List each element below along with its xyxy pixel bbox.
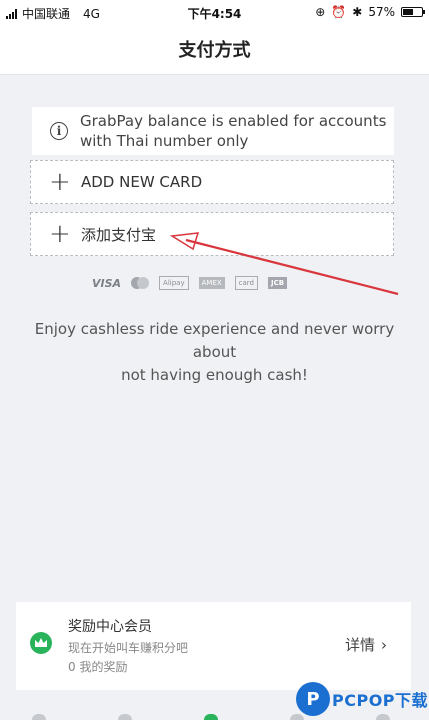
status-bar: 中国联通 4G 下午4:54 ⊕ ⏰ ✱ 57% bbox=[0, 0, 429, 24]
crown-icon bbox=[30, 632, 52, 654]
notice-text: GrabPay balance is enabled for accounts … bbox=[80, 111, 386, 151]
promo-line-1: Enjoy cashless ride experience and never… bbox=[34, 320, 395, 361]
visa-logo: VISA bbox=[92, 276, 122, 290]
alarm-icon: ⏰ bbox=[331, 5, 347, 19]
jcb-logo: JCB bbox=[268, 277, 288, 289]
battery-icon bbox=[401, 7, 425, 17]
status-right: ⊕ ⏰ ✱ 57% bbox=[315, 5, 425, 19]
add-new-card-label: ADD NEW CARD bbox=[81, 173, 203, 191]
battery-percent: 57% bbox=[368, 5, 395, 19]
rewards-points: 0 我的奖励 bbox=[68, 660, 128, 674]
tab-icon[interactable] bbox=[376, 714, 390, 720]
add-alipay-label: 添加支付宝 bbox=[81, 225, 157, 244]
promo-line-2: not having enough cash! bbox=[121, 366, 308, 384]
page-title: 支付方式 bbox=[178, 40, 251, 61]
plus-icon: + bbox=[49, 219, 71, 249]
amex-logo: AMEX bbox=[198, 277, 225, 289]
alipay-logo: Alipay bbox=[159, 276, 189, 290]
tab-icon[interactable] bbox=[118, 714, 132, 720]
details-label: 详情 bbox=[344, 636, 375, 654]
nav-bar: 支付方式 bbox=[0, 24, 429, 75]
rewards-card[interactable]: 奖励中心会员 现在开始叫车赚积分吧 0 我的奖励 详情 › bbox=[16, 602, 411, 690]
tab-bar bbox=[0, 710, 429, 720]
plus-icon: + bbox=[49, 167, 71, 197]
info-icon: i bbox=[50, 122, 68, 140]
rotation-lock-icon: ⊕ bbox=[315, 5, 326, 19]
generic-card-logo: card bbox=[234, 276, 258, 290]
details-link[interactable]: 详情 › bbox=[345, 634, 387, 655]
grabpay-notice: i GrabPay balance is enabled for account… bbox=[32, 107, 394, 155]
tab-icon[interactable] bbox=[32, 714, 46, 720]
bluetooth-icon: ✱ bbox=[352, 5, 363, 19]
watermark-text: PCPOP下载 bbox=[332, 691, 429, 710]
rewards-title: 奖励中心会员 bbox=[68, 619, 152, 635]
tab-icon[interactable] bbox=[290, 714, 304, 720]
add-new-card-button[interactable]: + ADD NEW CARD bbox=[30, 160, 394, 204]
chevron-right-icon: › bbox=[381, 635, 387, 654]
notice-line-2: with Thai number only bbox=[80, 132, 249, 150]
promo-text: Enjoy cashless ride experience and never… bbox=[18, 318, 411, 387]
card-logos: VISA Alipay AMEX card JCB bbox=[92, 276, 288, 290]
rewards-subtitle: 现在开始叫车赚积分吧 bbox=[68, 641, 189, 655]
notice-line-1: GrabPay balance is enabled for accounts bbox=[80, 112, 387, 130]
add-alipay-button[interactable]: + 添加支付宝 bbox=[30, 212, 394, 256]
mastercard-logo bbox=[131, 276, 150, 290]
tab-icon-active[interactable] bbox=[204, 714, 218, 720]
